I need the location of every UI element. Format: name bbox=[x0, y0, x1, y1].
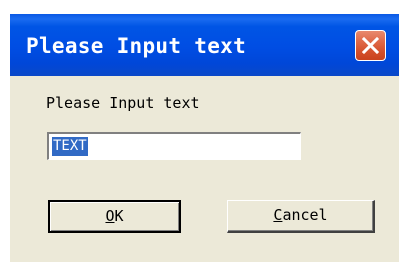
text-input-value: TEXT bbox=[52, 137, 88, 156]
close-icon bbox=[362, 37, 379, 54]
cancel-label-rest: ancel bbox=[282, 206, 328, 224]
ok-label-rest: K bbox=[114, 207, 124, 225]
window-title: Please Input text bbox=[26, 34, 247, 58]
text-input[interactable]: TEXT bbox=[47, 132, 301, 160]
title-bar[interactable]: Please Input text bbox=[10, 14, 399, 76]
prompt-label: Please Input text bbox=[46, 94, 200, 112]
close-button[interactable] bbox=[355, 30, 386, 61]
ok-button[interactable]: OK bbox=[48, 200, 181, 233]
cancel-button[interactable]: Cancel bbox=[227, 200, 375, 233]
dialog-window: Please Input text Please Input text TEXT… bbox=[10, 14, 399, 262]
ok-mnemonic: O bbox=[105, 207, 115, 225]
